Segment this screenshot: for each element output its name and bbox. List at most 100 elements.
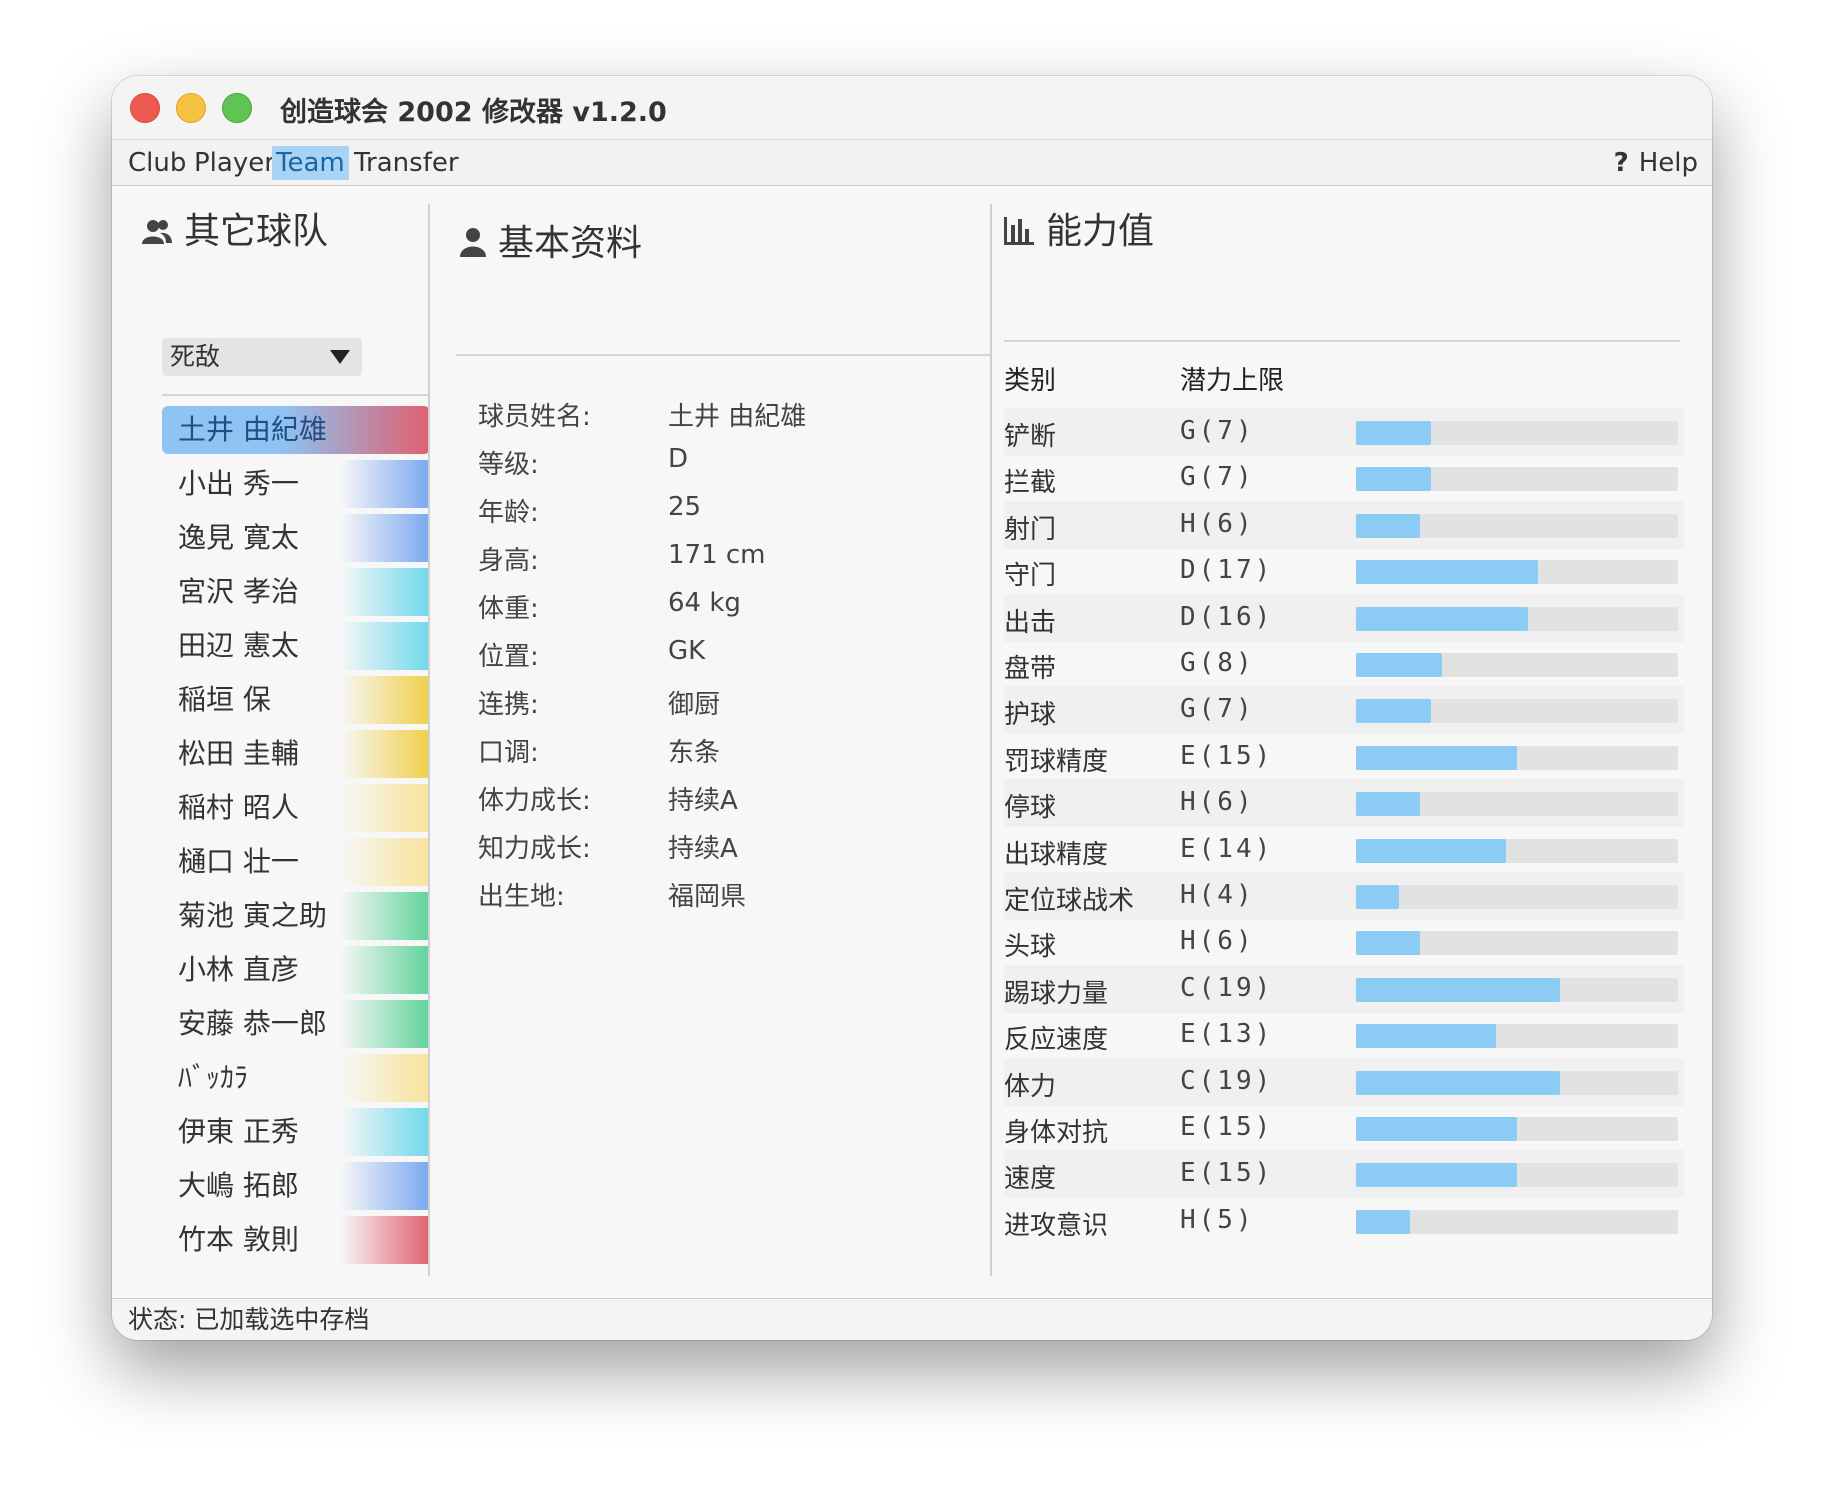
- ability-bar-track: [1356, 467, 1678, 492]
- ability-row: 进攻意识 H(5): [1004, 1197, 1684, 1245]
- info-label: 球员姓名:: [478, 402, 591, 432]
- ability-bar-track: [1356, 931, 1678, 956]
- ability-category: 盘带: [1004, 654, 1057, 684]
- ability-bar-fill: [1356, 1117, 1517, 1141]
- player-name: ﾊﾞｯｶﾗ: [178, 1061, 249, 1094]
- ability-grade: E(15): [1180, 1158, 1274, 1189]
- player-list-item[interactable]: 宮沢 孝治: [162, 568, 430, 616]
- info-label: 出生地:: [478, 882, 565, 912]
- info-value: 土井 由紀雄: [668, 402, 807, 432]
- player-list-item[interactable]: 小林 直彦: [162, 946, 430, 994]
- ability-category: 守门: [1004, 561, 1057, 592]
- ability-row: 头球 H(6): [1004, 918, 1684, 966]
- player-list-item[interactable]: 土井 由紀雄: [162, 406, 430, 454]
- player-list-item[interactable]: 大嶋 拓郎: [162, 1162, 430, 1210]
- basic-info-heading: 基本资料: [460, 214, 642, 266]
- player-color-swatch: [340, 892, 430, 940]
- ability-category: 出击: [1004, 607, 1057, 638]
- ability-category: 出球精度: [1004, 839, 1109, 870]
- ability-bar-track: [1356, 1117, 1678, 1141]
- ability-grade: G(7): [1180, 416, 1255, 446]
- close-window-button[interactable]: [130, 93, 160, 123]
- abilities-divider: [1004, 340, 1680, 342]
- info-value: GK: [668, 636, 706, 666]
- ability-row: 反应速度 E(13): [1004, 1011, 1684, 1059]
- player-name: 菊池 寅之助: [178, 899, 327, 932]
- player-list-item[interactable]: 稲村 昭人: [162, 784, 430, 832]
- ability-bar-track: [1356, 745, 1678, 770]
- ability-grade: E(14): [1180, 833, 1274, 864]
- player-name: 田辺 憲太: [178, 629, 299, 662]
- ability-category: 速度: [1004, 1164, 1057, 1195]
- ability-bar-track: [1356, 513, 1678, 538]
- ability-bar-track: [1356, 1209, 1678, 1234]
- ability-grade: D(16): [1180, 601, 1274, 632]
- ability-row: 护球 G(7): [1004, 686, 1684, 735]
- menu-player[interactable]: Player: [190, 146, 279, 180]
- menu-transfer[interactable]: Transfer: [350, 146, 463, 180]
- other-teams-heading: 其它球队: [142, 202, 328, 254]
- help-menu[interactable]: ? Help: [1614, 146, 1698, 180]
- abilities-heading: 能力值: [1004, 202, 1154, 254]
- info-label: 口调:: [478, 738, 539, 768]
- info-value: 171 cm: [668, 540, 766, 570]
- info-value: 持续A: [668, 834, 738, 864]
- ability-bar-fill: [1356, 885, 1399, 909]
- ability-row: 身体对抗 E(15): [1004, 1104, 1684, 1152]
- maximize-window-button[interactable]: [222, 93, 252, 123]
- info-label: 等级:: [478, 450, 539, 480]
- player-list: 土井 由紀雄小出 秀一逸見 寛太宮沢 孝治田辺 憲太稲垣 保松田 圭輔稲村 昭人…: [162, 406, 430, 1270]
- ability-bar-track: [1356, 838, 1678, 863]
- title-bar: 创造球会 2002 修改器 v1.2.0: [112, 76, 1712, 140]
- menu-club[interactable]: Club: [124, 146, 190, 180]
- player-name: 宮沢 孝治: [178, 575, 299, 608]
- ability-bar-fill: [1356, 745, 1517, 770]
- ability-bar-fill: [1356, 606, 1528, 631]
- users-icon: [142, 213, 172, 254]
- player-list-item[interactable]: 菊池 寅之助: [162, 892, 430, 940]
- player-list-item[interactable]: ﾊﾞｯｶﾗ: [162, 1054, 430, 1102]
- player-name: 稲垣 保: [178, 683, 271, 716]
- player-color-swatch: [340, 838, 430, 886]
- player-name: 土井 由紀雄: [178, 413, 327, 446]
- ability-category: 拦截: [1004, 468, 1057, 499]
- player-list-item[interactable]: 小出 秀一: [162, 460, 430, 508]
- player-list-item[interactable]: 樋口 壮一: [162, 838, 430, 886]
- ability-row: 铲断 G(7): [1004, 408, 1684, 456]
- player-list-item[interactable]: 田辺 憲太: [162, 622, 430, 670]
- player-name: 松田 圭輔: [178, 737, 299, 770]
- window-title: 创造球会 2002 修改器 v1.2.0: [280, 97, 667, 128]
- player-name: 安藤 恭一郎: [178, 1007, 327, 1040]
- menu-team[interactable]: Team: [272, 146, 349, 180]
- ability-row: 速度 E(15): [1004, 1150, 1684, 1199]
- info-label: 体重:: [478, 594, 539, 624]
- ability-row: 停球 H(6): [1004, 779, 1684, 828]
- player-list-item[interactable]: 竹本 敦則: [162, 1216, 430, 1264]
- ability-bar-track: [1356, 1163, 1678, 1188]
- ability-bar-fill: [1356, 513, 1421, 538]
- ability-grade: E(15): [1180, 1112, 1274, 1142]
- ability-row: 定位球战术 H(4): [1004, 872, 1684, 920]
- player-list-item[interactable]: 伊東 正秀: [162, 1108, 430, 1156]
- ability-bar-track: [1356, 1024, 1678, 1049]
- player-list-item[interactable]: 安藤 恭一郎: [162, 1000, 430, 1048]
- minimize-window-button[interactable]: [176, 93, 206, 123]
- player-name: 小林 直彦: [178, 953, 299, 986]
- ability-bar-fill: [1356, 1209, 1410, 1234]
- ability-grade: E(15): [1180, 740, 1274, 771]
- ability-category: 身体对抗: [1004, 1118, 1109, 1148]
- player-list-item[interactable]: 松田 圭輔: [162, 730, 430, 778]
- player-color-swatch: [340, 1000, 430, 1048]
- player-color-swatch: [340, 946, 430, 994]
- ability-category: 踢球力量: [1004, 978, 1109, 1009]
- player-list-item[interactable]: 逸見 寛太: [162, 514, 430, 562]
- ability-category: 护球: [1004, 700, 1057, 731]
- ability-grade: G(7): [1180, 462, 1255, 493]
- ability-category: 罚球精度: [1004, 746, 1109, 777]
- info-value: D: [668, 444, 689, 474]
- ability-category: 体力: [1004, 1071, 1057, 1102]
- player-name: 竹本 敦則: [178, 1223, 299, 1256]
- mid-divider: [456, 354, 990, 356]
- player-list-item[interactable]: 稲垣 保: [162, 676, 430, 724]
- team-filter-select[interactable]: 死敌: [162, 338, 362, 376]
